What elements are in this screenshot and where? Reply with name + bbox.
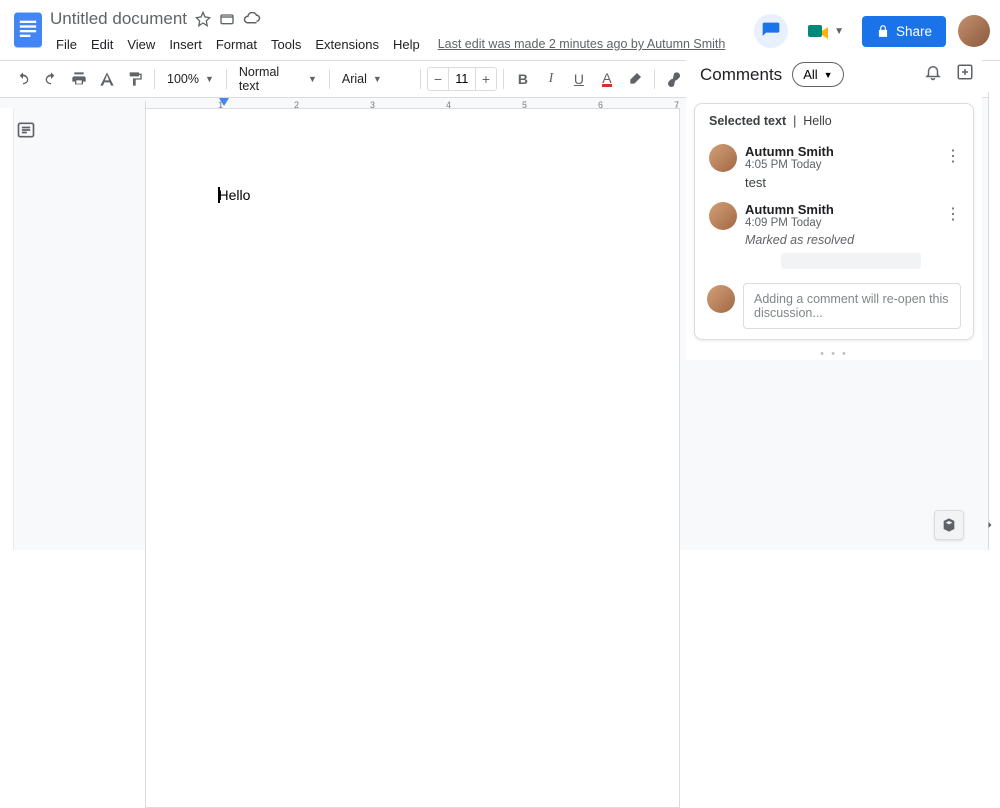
share-button[interactable]: Share xyxy=(862,16,946,47)
comment-avatar xyxy=(709,144,737,172)
font-size-decrease[interactable]: − xyxy=(428,68,448,90)
reply-input[interactable]: Adding a comment will re-open this discu… xyxy=(743,283,961,329)
comment-avatar xyxy=(709,202,737,230)
comment-time: 4:09 PM Today xyxy=(745,217,959,229)
link-button[interactable] xyxy=(661,66,687,92)
font-size-group: − 11 + xyxy=(427,67,497,91)
new-comment-icon[interactable] xyxy=(956,63,974,86)
edit-status[interactable]: Last edit was made 2 minutes ago by Autu… xyxy=(438,37,726,51)
notifications-icon[interactable] xyxy=(924,63,942,86)
bold-button[interactable]: B xyxy=(510,66,536,92)
reply-avatar xyxy=(707,285,735,313)
selected-text-header: Selected text | Hello xyxy=(695,104,973,136)
document-body[interactable]: Hello xyxy=(218,187,607,203)
docs-logo-icon[interactable] xyxy=(10,8,46,52)
font-size-value[interactable]: 11 xyxy=(448,68,476,90)
reply-box: Adding a comment will re-open this discu… xyxy=(707,283,961,329)
comment-thread: Selected text | Hello ⋮ Autumn Smith 4:0… xyxy=(694,103,974,340)
comment-more-icon[interactable]: ⋮ xyxy=(945,204,961,224)
comment-resolved-label: Marked as resolved xyxy=(745,233,959,247)
panel-resize-dots[interactable]: • • • xyxy=(686,348,982,360)
document-page[interactable]: Hello xyxy=(145,108,680,808)
menu-extensions[interactable]: Extensions xyxy=(309,35,385,54)
cloud-status-icon[interactable] xyxy=(243,12,261,26)
document-title[interactable]: Untitled document xyxy=(50,9,187,29)
comment-text: test xyxy=(745,175,959,190)
menu-view[interactable]: View xyxy=(121,35,161,54)
font-select[interactable]: Arial▼ xyxy=(336,68,414,90)
header: Untitled document File Edit View Insert … xyxy=(0,0,1000,54)
menu-tools[interactable]: Tools xyxy=(265,35,307,54)
underline-button[interactable]: U xyxy=(566,66,592,92)
text-color-button[interactable]: A xyxy=(594,66,620,92)
outline-toggle-icon[interactable] xyxy=(16,120,36,550)
comment-author: Autumn Smith xyxy=(745,144,959,159)
menu-edit[interactable]: Edit xyxy=(85,35,119,54)
resolved-placeholder xyxy=(781,253,921,269)
side-panel-chevron-icon[interactable] xyxy=(984,518,996,536)
menu-insert[interactable]: Insert xyxy=(163,35,208,54)
highlight-button[interactable] xyxy=(622,66,648,92)
menu-help[interactable]: Help xyxy=(387,35,426,54)
comment-item: ⋮ Autumn Smith 4:09 PM Today Marked as r… xyxy=(695,194,973,273)
comments-panel: Comments All▼ Selected text | Hello ⋮ Au… xyxy=(686,52,982,360)
redo-button[interactable] xyxy=(38,66,64,92)
comment-more-icon[interactable]: ⋮ xyxy=(945,146,961,166)
comment-item: ⋮ Autumn Smith 4:05 PM Today test xyxy=(695,136,973,194)
share-label: Share xyxy=(896,24,932,39)
indent-marker[interactable] xyxy=(219,98,229,106)
spellcheck-button[interactable] xyxy=(94,66,120,92)
zoom-select[interactable]: 100%▼ xyxy=(161,68,220,90)
account-avatar[interactable] xyxy=(958,15,990,47)
vertical-ruler[interactable] xyxy=(0,108,14,550)
move-icon[interactable] xyxy=(219,11,235,27)
paint-format-button[interactable] xyxy=(122,66,148,92)
star-icon[interactable] xyxy=(195,11,211,27)
menu-file[interactable]: File xyxy=(50,35,83,54)
side-panel-edge xyxy=(988,92,1000,550)
menu-bar: File Edit View Insert Format Tools Exten… xyxy=(50,34,754,54)
print-button[interactable] xyxy=(66,66,92,92)
font-size-increase[interactable]: + xyxy=(476,68,496,90)
menu-format[interactable]: Format xyxy=(210,35,263,54)
meet-button[interactable]: ▼ xyxy=(800,17,850,45)
italic-button[interactable]: I xyxy=(538,66,564,92)
comment-time: 4:05 PM Today xyxy=(745,159,959,171)
style-select[interactable]: Normal text▼ xyxy=(233,61,323,97)
undo-button[interactable] xyxy=(10,66,36,92)
comments-title: Comments xyxy=(700,65,782,85)
explore-button[interactable] xyxy=(934,510,964,540)
comment-author: Autumn Smith xyxy=(745,202,959,217)
comments-filter[interactable]: All▼ xyxy=(792,62,843,87)
comment-history-button[interactable] xyxy=(754,14,788,48)
